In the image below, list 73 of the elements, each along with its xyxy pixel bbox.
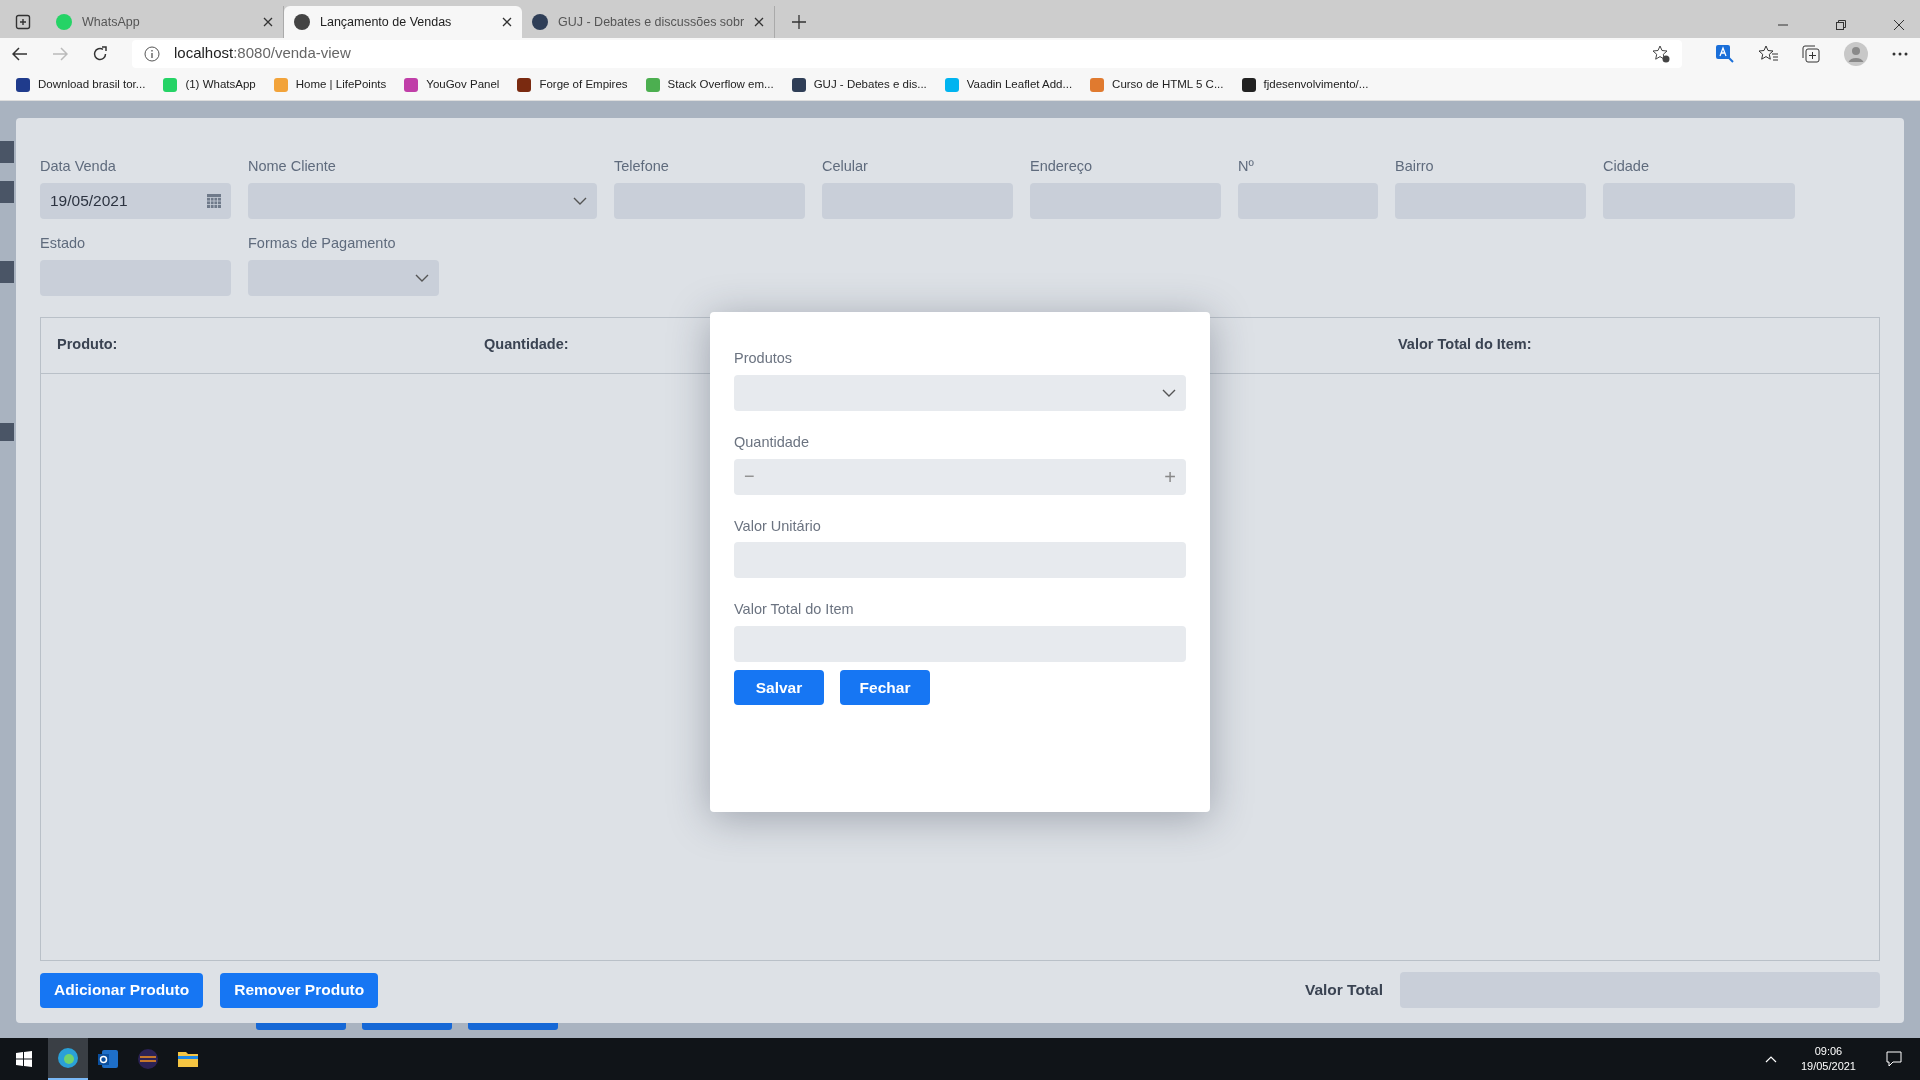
bookmark-link[interactable]: YouGov Panel — [426, 75, 500, 94]
close-icon[interactable] — [754, 17, 765, 27]
chevron-down-icon — [415, 273, 429, 282]
column-header: Quantidade: — [484, 335, 570, 355]
profile-avatar-icon[interactable] — [1844, 41, 1868, 66]
bookmark-link[interactable]: Download brasil tor... — [38, 75, 146, 94]
bookmark-link[interactable]: Stack Overflow em... — [667, 75, 774, 94]
close-icon[interactable] — [502, 17, 512, 27]
chevron-up-icon[interactable] — [1764, 1055, 1777, 1063]
tab-title: Lançamento de Vendas — [320, 13, 453, 31]
chevron-down-icon — [1162, 388, 1176, 397]
bookmark-link[interactable]: (1) WhatsApp — [185, 75, 256, 94]
field-label: Nº — [1238, 157, 1255, 176]
clock-date[interactable]: 19/05/2021 — [1800, 1059, 1856, 1074]
column-header: Valor Total do Item: — [1398, 335, 1532, 355]
input-field[interactable] — [734, 626, 1186, 662]
start-icon[interactable] — [16, 1051, 32, 1067]
star-add-icon[interactable] — [1652, 44, 1670, 63]
dialog-button[interactable]: Salvar — [734, 670, 824, 705]
field-label: Celular — [822, 157, 869, 176]
dropdown-field[interactable] — [734, 374, 1186, 411]
address-bar[interactable]: localhost:8080/venda-view — [132, 39, 1682, 68]
dropdown-field[interactable] — [248, 259, 439, 296]
back-icon[interactable] — [12, 46, 28, 61]
reload-icon[interactable] — [92, 45, 108, 62]
notifications-icon[interactable] — [1886, 1051, 1902, 1067]
favorites-icon[interactable] — [1758, 44, 1778, 63]
bookmark-link[interactable]: fjdesenvolvimento/... — [1263, 75, 1369, 94]
field-label: Data Venda — [40, 157, 117, 176]
field-label: Endereço — [1030, 157, 1094, 176]
field-label: Produtos — [734, 349, 794, 368]
field-label: Bairro — [1395, 157, 1435, 176]
url-text: localhost:8080/venda-view — [174, 43, 352, 64]
translate-icon[interactable] — [1716, 44, 1734, 63]
clock-time[interactable]: 09:06 — [1814, 1044, 1843, 1059]
new-tab-icon[interactable] — [792, 15, 807, 29]
tab-title: GUJ - Debates e discussões sobr — [558, 13, 745, 31]
date-field[interactable]: 19/05/2021 — [40, 182, 231, 219]
field-label: Nome Cliente — [248, 157, 337, 176]
bookmark-link[interactable]: Home | LifePoints — [295, 75, 387, 94]
column-header: Produto: — [57, 335, 119, 355]
action-button[interactable]: Remover Produto — [220, 972, 379, 1008]
input-field[interactable] — [734, 542, 1186, 579]
dropdown-field[interactable] — [248, 182, 597, 219]
field-label: Estado — [40, 233, 87, 253]
close-icon[interactable] — [263, 17, 273, 27]
field-label: Quantidade — [734, 432, 810, 452]
dialog-button[interactable]: Fechar — [840, 670, 930, 705]
field-label: Valor Unitário — [734, 516, 822, 536]
total-label: Valor Total — [1304, 980, 1383, 1001]
chevron-down-icon — [573, 196, 587, 205]
action-button[interactable]: Adicionar Produto — [40, 972, 204, 1008]
info-icon — [144, 45, 160, 62]
field-label: Telefone — [614, 157, 670, 176]
collections-icon[interactable] — [1802, 44, 1820, 63]
ide-icon[interactable] — [136, 1047, 160, 1071]
mail-app-icon[interactable] — [96, 1047, 120, 1071]
bookmark-link[interactable]: GUJ - Debates e dis... — [813, 75, 927, 94]
browser-icon[interactable] — [56, 1046, 80, 1070]
calendar-icon[interactable] — [207, 193, 221, 208]
browser-tab[interactable]: Lançamento de Vendas — [284, 6, 522, 38]
bookmark-link[interactable]: Forge of Empires — [539, 75, 628, 94]
tab-actions-icon[interactable] — [15, 14, 31, 30]
forward-icon — [52, 46, 68, 61]
field-label: Valor Total do Item — [734, 600, 855, 620]
field-label: Formas de Pagamento — [248, 233, 397, 253]
bookmark-link[interactable]: Vaadin Leaflet Add... — [966, 75, 1073, 94]
close-icon[interactable] — [1894, 20, 1904, 30]
field-label: Cidade — [1603, 157, 1650, 176]
tab-title: WhatsApp — [82, 13, 141, 31]
more-icon[interactable] — [1892, 51, 1908, 56]
restore-icon[interactable] — [1836, 20, 1846, 30]
bookmark-link[interactable]: Curso de HTML 5 C... — [1112, 75, 1224, 94]
